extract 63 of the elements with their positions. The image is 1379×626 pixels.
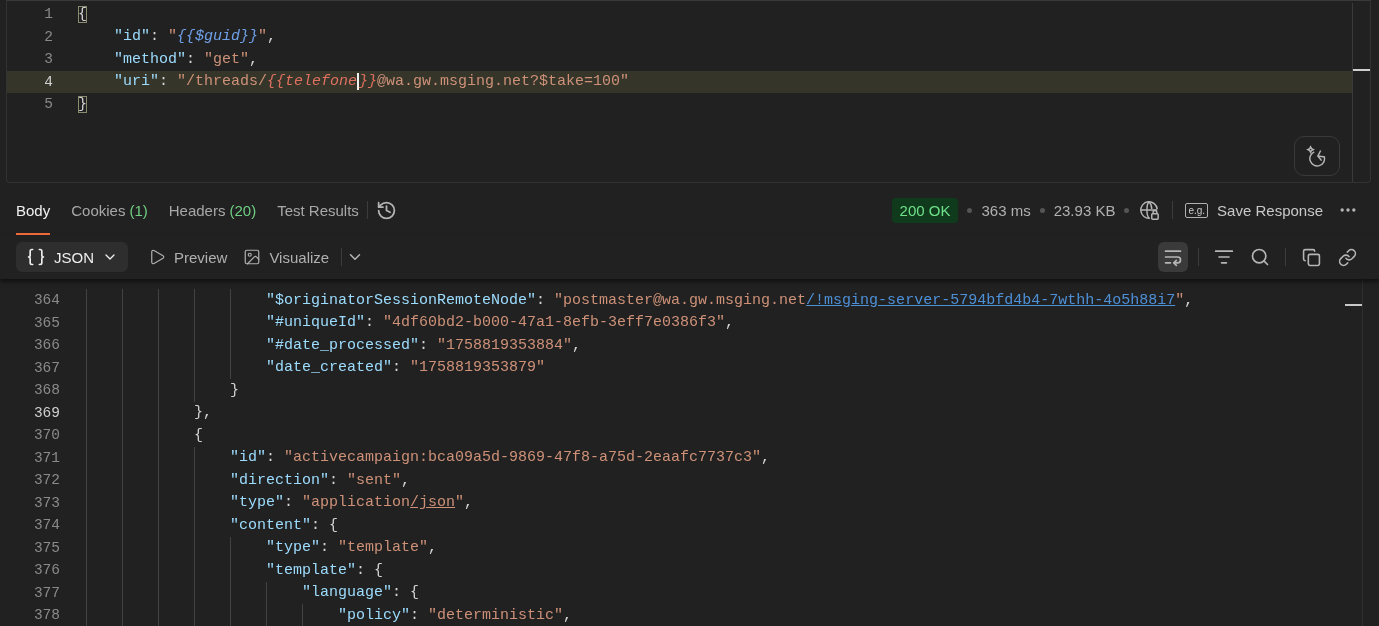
line-number: 369 (32, 404, 60, 421)
view-option-button[interactable]: Preview (140, 242, 236, 272)
code-line: "template": { (86, 559, 384, 582)
ai-assist-button[interactable] (1294, 136, 1340, 176)
line-number: 378 (32, 607, 60, 624)
code-line: "language": { (86, 581, 420, 604)
code-line: "date_created": "1758819353879" (86, 356, 546, 379)
history-icon[interactable] (375, 199, 397, 221)
code-line: "$originatorSessionRemoteNode": "postmaster@wa.gw.msging.net/!msging-server-5794bfd4b4-7wthh-4o5h88i7", (86, 289, 1194, 312)
line-number: 4 (43, 73, 53, 90)
line-number: 374 (32, 517, 60, 534)
line-number: 2 (43, 28, 53, 45)
code-line: "content": { (86, 514, 339, 537)
save-response-button[interactable]: e.g. Save Response (1185, 201, 1323, 219)
code-line: { (86, 424, 203, 447)
response-tab[interactable]: Cookies (1) (71, 185, 148, 235)
scrollbar[interactable] (1352, 3, 1370, 182)
braces-icon (26, 247, 46, 267)
line-number: 5 (43, 96, 53, 113)
response-tab[interactable]: Headers (20) (168, 185, 257, 235)
code-line: "uri": "/threads/{{telefone}}@wa.gw.msging.net?$take=100" (113, 72, 630, 93)
code-line: "policy": "deterministic", (86, 604, 573, 626)
sparkle-icon (1306, 145, 1328, 167)
view-option-button[interactable]: Visualize (235, 242, 338, 272)
response-tab[interactable]: Body (16, 185, 51, 235)
response-time: 363 ms (981, 201, 1031, 219)
code-line: "method": "get", (113, 49, 259, 70)
play-icon (148, 248, 166, 266)
code-line: "#uniqueId": "4df60bd2-b000-47a1-8efb-3eff7e0386f3", (86, 311, 735, 334)
code-line: "type": "template", (86, 536, 438, 559)
line-number: 371 (32, 449, 60, 466)
line-number: 372 (32, 472, 60, 489)
code-line: "id": "{{$guid}}", (113, 27, 277, 48)
code-line: } (86, 379, 239, 402)
code-line: } (78, 94, 87, 115)
code-line: "#date_processed": "1758819353884", (86, 334, 582, 357)
code-line: }, (86, 401, 212, 424)
globe-lock-icon[interactable] (1138, 199, 1161, 221)
code-line: "id": "activecampaign:bca09a5d-9869-47f8-a75d-2eaafc7737c3", (86, 446, 771, 469)
line-number: 366 (32, 337, 60, 354)
line-number: 377 (32, 584, 60, 601)
image-icon (243, 248, 262, 266)
format-dropdown[interactable]: JSON (16, 242, 128, 272)
line-number: 373 (32, 494, 60, 511)
line-number: 367 (32, 359, 60, 376)
wrap-lines-button[interactable] (1158, 242, 1188, 272)
scrollbar-thumb[interactable] (1345, 304, 1362, 306)
line-number: 376 (32, 562, 60, 579)
line-number: 375 (32, 539, 60, 556)
code-line: "type": "application/json", (86, 491, 474, 514)
request-editor[interactable]: 1 { 2 "id": "{{$guid}}", 3 "method": "get", 4 "uri": "/threads/{{telefone}}@wa.gw.msging.net?$take=100" 5 } (6, 0, 1371, 183)
line-number: 364 (32, 292, 60, 309)
line-number: 370 (32, 427, 60, 444)
code-line: "direction": "sent", (86, 469, 411, 492)
response-size: 23.93 KB (1053, 201, 1116, 219)
line-number: 3 (43, 51, 53, 68)
code-line: { (78, 4, 87, 25)
response-tab[interactable]: Test Results (277, 185, 359, 235)
line-number: 1 (43, 6, 53, 23)
wrap-text-icon (1163, 247, 1183, 267)
status-badge: 200 OK (891, 197, 959, 223)
line-number: 368 (32, 382, 60, 399)
line-number: 365 (32, 314, 60, 331)
